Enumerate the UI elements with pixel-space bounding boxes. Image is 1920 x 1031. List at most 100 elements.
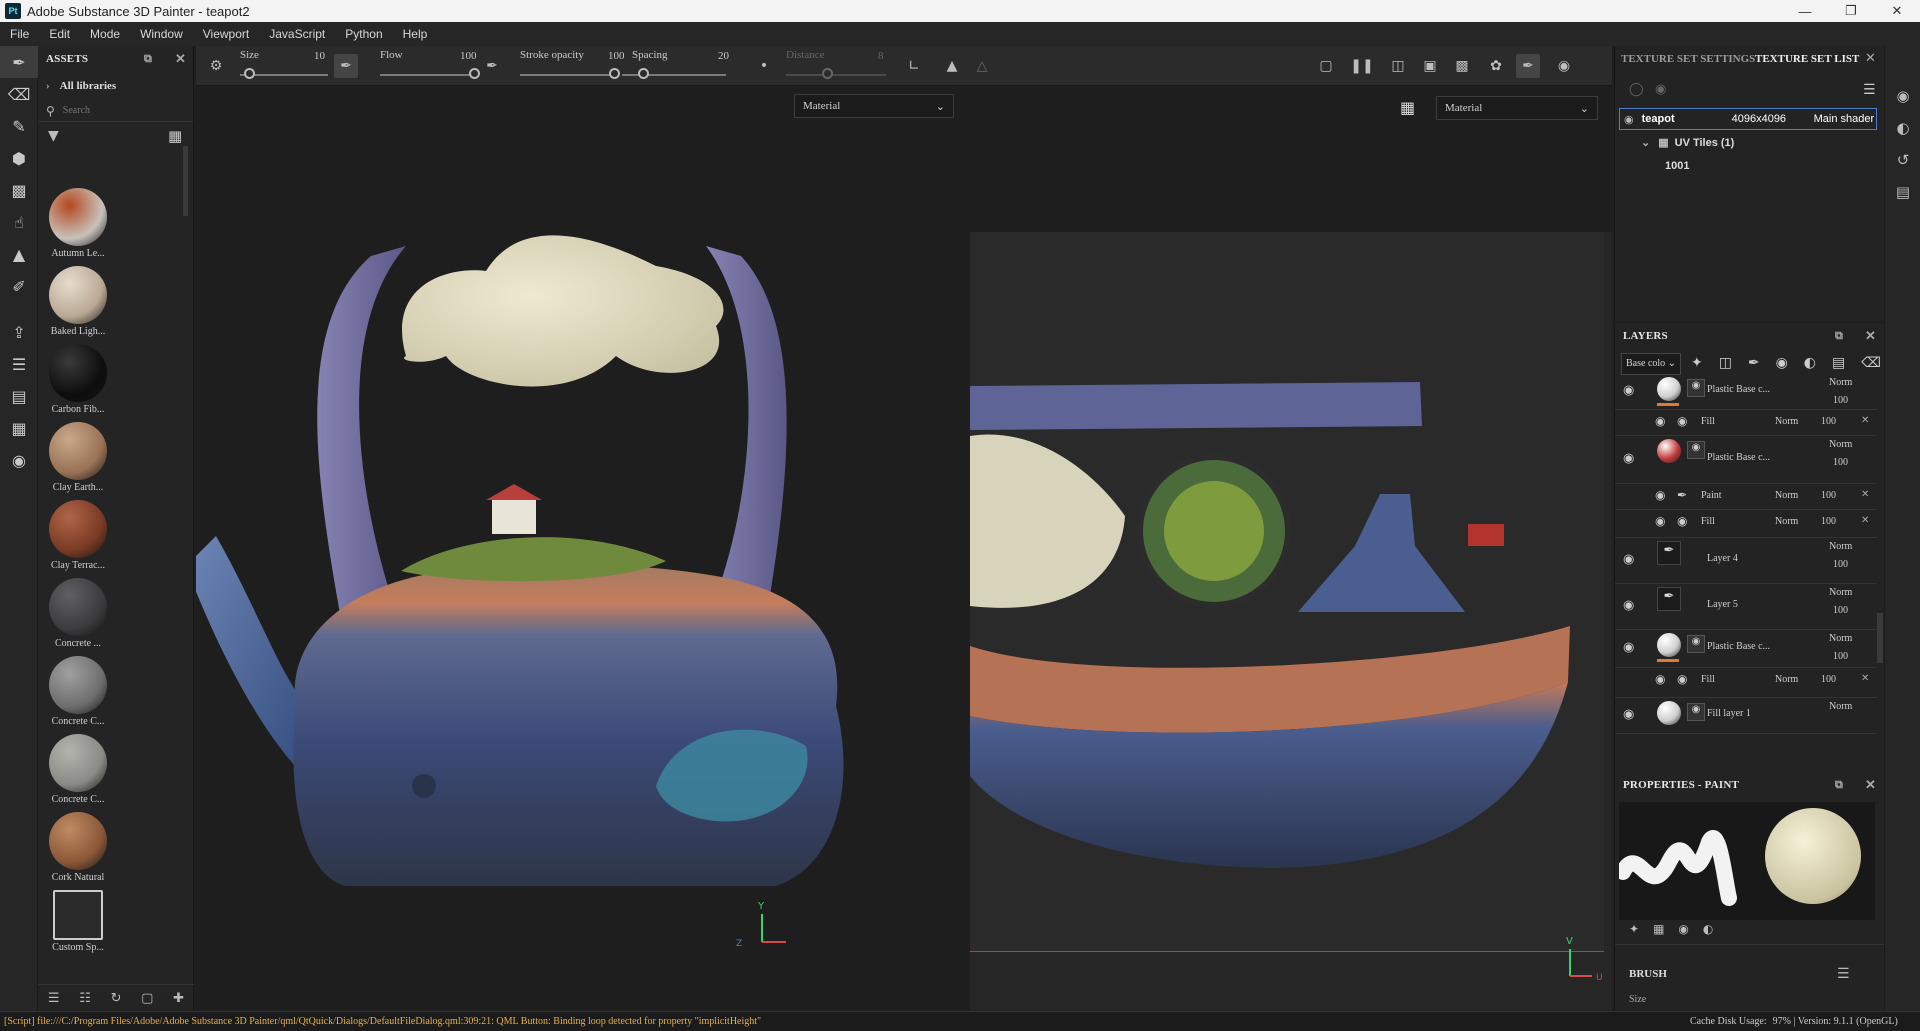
layer-opacity[interactable]: 100 [1833, 395, 1848, 406]
alpha-tab-icon[interactable]: ▦ [1653, 922, 1664, 936]
add-smart-material-icon[interactable]: ◐ [1804, 355, 1816, 371]
material-item[interactable]: Custom Sp... [44, 890, 112, 953]
layer-opacity[interactable]: 100 [1833, 651, 1848, 662]
texture-set-row[interactable]: ◉ teapot 4096x4096 Main shader [1619, 108, 1877, 130]
list-menu-icon[interactable]: ☰ [1863, 82, 1876, 98]
size-slider-handle[interactable] [243, 68, 255, 79]
pause-icon[interactable]: ❚❚ [1350, 54, 1374, 78]
shelf-icon[interactable]: ▦ [0, 412, 38, 444]
effect-blend-mode[interactable]: Norm [1775, 674, 1798, 685]
eye-icon[interactable]: ◉ [1655, 672, 1665, 687]
split-view-icon[interactable]: ◫ [1386, 54, 1410, 78]
screenshot-icon[interactable]: ◉ [1552, 54, 1576, 78]
search-input[interactable] [62, 105, 173, 116]
distance-slider-handle[interactable] [822, 68, 833, 79]
display-settings-icon[interactable]: ◉ [1885, 80, 1920, 112]
layer-mask-icon[interactable]: ◉ [1687, 703, 1705, 721]
stencil-tab-icon[interactable]: ◉ [1678, 922, 1688, 936]
material-item[interactable]: Concrete ... [44, 578, 112, 649]
layer-mask-icon[interactable]: ◉ [1687, 441, 1705, 459]
undock-icon[interactable]: ⧉ [1835, 330, 1843, 343]
maximize-button[interactable]: ❐ [1828, 0, 1874, 22]
layer-row[interactable]: ◉ ✒ Layer 4 Norm 100 [1615, 537, 1877, 583]
history-icon[interactable]: ↺ [1885, 144, 1920, 176]
material-item[interactable]: Cork Natural [44, 812, 112, 883]
menu-file[interactable]: File [0, 27, 39, 41]
minimize-button[interactable]: — [1782, 0, 1828, 22]
hide-overlay-icon[interactable]: ▢ [1314, 54, 1338, 78]
layer-row[interactable]: ◉ ◉ Plastic Base c... Norm 100 [1615, 435, 1877, 483]
menu-help[interactable]: Help [393, 27, 438, 41]
shader-settings-icon[interactable]: ◐ [1885, 112, 1920, 144]
cube-icon[interactable]: ▣ [1418, 54, 1442, 78]
lazy-mouse-icon[interactable]: • [752, 54, 776, 78]
refresh-icon[interactable]: ↻ [111, 991, 122, 1006]
add-icon[interactable]: ✚ [173, 991, 184, 1006]
brush-menu-icon[interactable]: ☰ [1837, 966, 1850, 982]
grid-view-icon[interactable]: ▦ [168, 127, 182, 145]
polygon-fill-icon[interactable]: ▩ [0, 174, 38, 206]
library-selector[interactable]: › All libraries [38, 72, 193, 100]
geometry-fill-icon[interactable]: ⬢ [0, 142, 38, 174]
effect-opacity[interactable]: 100 [1821, 416, 1836, 427]
remove-effect-icon[interactable]: ✕ [1861, 515, 1869, 526]
document-icon[interactable]: ▤ [0, 380, 38, 412]
eye-icon[interactable]: ◉ [1655, 488, 1665, 503]
layer-opacity[interactable]: 100 [1833, 605, 1848, 616]
symmetry-icon[interactable]: ▲ [940, 54, 964, 78]
brush-tab-icon[interactable]: ✦ [1629, 922, 1639, 936]
material-item[interactable]: Concrete C... [44, 734, 112, 805]
bake-icon[interactable]: ☰ [0, 348, 38, 380]
flow-pen-pressure-icon[interactable]: ✒ [480, 54, 504, 78]
eye-icon[interactable]: ◉ [1623, 382, 1634, 398]
import-icon[interactable]: ☰ [48, 991, 60, 1006]
layer-blend-mode[interactable]: Norm [1829, 439, 1852, 450]
add-effect-icon[interactable]: ✦ [1691, 355, 1703, 371]
symmetry-options-icon[interactable]: △ [970, 54, 994, 78]
material-item[interactable]: Concrete C... [44, 656, 112, 727]
material-item[interactable]: Clay Terrac... [44, 500, 112, 571]
eye-icon[interactable]: ◉ [1623, 450, 1634, 466]
close-panel-icon[interactable]: ✕ [1865, 328, 1876, 344]
projection-icon[interactable]: ✎ [0, 110, 38, 142]
eraser-icon[interactable]: ⌫ [0, 78, 38, 110]
layer-mask-icon[interactable]: ◉ [1687, 635, 1705, 653]
channel-dropdown[interactable]: Base colo ⌄ [1621, 353, 1681, 375]
menu-window[interactable]: Window [130, 27, 193, 41]
paint-brush-icon[interactable]: ✒ [0, 46, 38, 78]
stroke-opacity-slider-handle[interactable] [609, 68, 620, 79]
camera-icon[interactable]: ▩ [1450, 54, 1474, 78]
tab-texture-set-settings[interactable]: TEXTURE SET SETTINGS [1621, 46, 1755, 72]
menu-viewport[interactable]: Viewport [193, 27, 259, 41]
export-list-icon[interactable]: ☷ [79, 991, 91, 1006]
close-panel-icon[interactable]: ✕ [1865, 777, 1876, 793]
material-item[interactable]: Clay Earth... [44, 422, 112, 493]
effect-blend-mode[interactable]: Norm [1775, 416, 1798, 427]
tab-texture-set-list[interactable]: TEXTURE SET LIST [1755, 46, 1859, 72]
folder-icon[interactable]: ▢ [141, 991, 153, 1006]
material-item[interactable]: Baked Ligh... [44, 266, 112, 337]
lighting-icon[interactable]: ✿ [1484, 54, 1508, 78]
close-panel-icon[interactable]: ✕ [175, 51, 186, 67]
eye-icon[interactable]: ◉ [1655, 414, 1665, 429]
distance-slider[interactable] [786, 74, 886, 76]
visibility-off-icon[interactable]: ◯ [1629, 82, 1644, 97]
assets-scrollbar[interactable] [183, 146, 188, 216]
layer-blend-mode[interactable]: Norm [1829, 587, 1852, 598]
uv-tiles-group[interactable]: ⌄ ▦ UV Tiles (1) [1641, 136, 1734, 150]
layer-blend-mode[interactable]: Norm [1829, 377, 1852, 388]
undock-icon[interactable]: ⧉ [144, 53, 152, 66]
flow-slider-handle[interactable] [469, 68, 480, 79]
remove-effect-icon[interactable]: ✕ [1861, 673, 1869, 684]
effect-opacity[interactable]: 100 [1821, 516, 1836, 527]
size-pen-pressure-icon[interactable]: ✒ [334, 54, 358, 78]
effect-opacity[interactable]: 100 [1821, 674, 1836, 685]
layers-scrollbar[interactable] [1877, 613, 1883, 663]
material-item[interactable]: Autumn Le... [44, 188, 112, 259]
layer-sub-row[interactable]: ◉ ◉ Fill Norm 100 ✕ [1615, 409, 1877, 435]
menu-mode[interactable]: Mode [80, 27, 130, 41]
layer-sub-row[interactable]: ◉ ◉ Fill Norm 100 ✕ [1615, 509, 1877, 537]
brush-preset-icon[interactable]: ⚙ [204, 54, 228, 78]
menu-javascript[interactable]: JavaScript [259, 27, 335, 41]
filter-icon[interactable]: ▼ [48, 128, 59, 144]
